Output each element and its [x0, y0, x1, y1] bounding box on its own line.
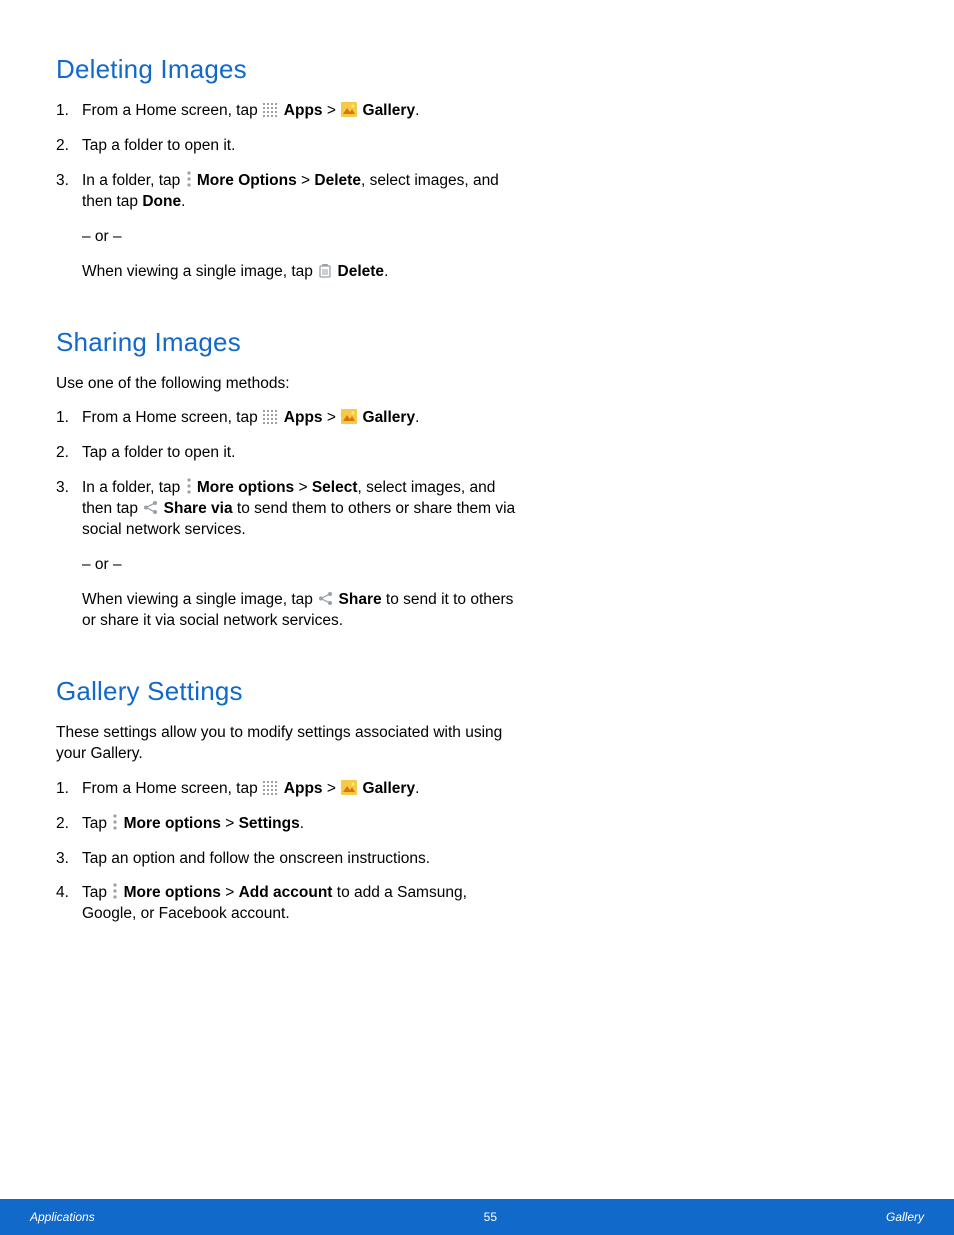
- section-gallery-settings: Gallery Settings These settings allow yo…: [56, 676, 516, 925]
- more-options-icon: [186, 478, 192, 494]
- trash-icon: [318, 263, 332, 278]
- intro-text: Use one of the following methods:: [56, 374, 516, 395]
- apps-grid-icon: [263, 781, 279, 795]
- or-separator: – or –: [82, 555, 516, 576]
- steps-deleting: From a Home screen, tap Apps > Gallery. …: [56, 101, 516, 283]
- more-options-icon: [112, 883, 118, 899]
- page-number: 55: [484, 1210, 497, 1224]
- heading-deleting-images: Deleting Images: [56, 54, 516, 85]
- intro-text: These settings allow you to modify setti…: [56, 723, 516, 765]
- heading-sharing-images: Sharing Images: [56, 327, 516, 358]
- more-options-icon: [112, 814, 118, 830]
- gallery-icon: [341, 780, 357, 795]
- or-separator: – or –: [82, 227, 516, 248]
- gallery-icon: [341, 409, 357, 424]
- list-item: In a folder, tap More options > Select, …: [56, 478, 516, 632]
- list-item: Tap More options > Add account to add a …: [56, 883, 516, 925]
- list-item: Tap More options > Settings.: [56, 814, 516, 835]
- more-options-icon: [186, 171, 192, 187]
- list-item: From a Home screen, tap Apps > Gallery.: [56, 779, 516, 800]
- gallery-icon: [341, 102, 357, 117]
- share-icon: [318, 591, 333, 606]
- section-sharing-images: Sharing Images Use one of the following …: [56, 327, 516, 632]
- list-item: From a Home screen, tap Apps > Gallery.: [56, 408, 516, 429]
- share-icon: [143, 500, 158, 515]
- section-deleting-images: Deleting Images From a Home screen, tap …: [56, 54, 516, 283]
- list-item: In a folder, tap More Options > Delete, …: [56, 171, 516, 283]
- list-item: From a Home screen, tap Apps > Gallery.: [56, 101, 516, 122]
- apps-grid-icon: [263, 410, 279, 424]
- heading-gallery-settings: Gallery Settings: [56, 676, 516, 707]
- list-item: Tap an option and follow the onscreen in…: [56, 849, 516, 870]
- steps-settings: From a Home screen, tap Apps > Gallery. …: [56, 779, 516, 926]
- list-item: Tap a folder to open it.: [56, 443, 516, 464]
- list-item: Tap a folder to open it.: [56, 136, 516, 157]
- footer-left: Applications: [30, 1210, 95, 1224]
- footer-right: Gallery: [886, 1210, 924, 1224]
- page-footer: Applications 55 Gallery: [0, 1199, 954, 1235]
- apps-grid-icon: [263, 103, 279, 117]
- steps-sharing: From a Home screen, tap Apps > Gallery. …: [56, 408, 516, 631]
